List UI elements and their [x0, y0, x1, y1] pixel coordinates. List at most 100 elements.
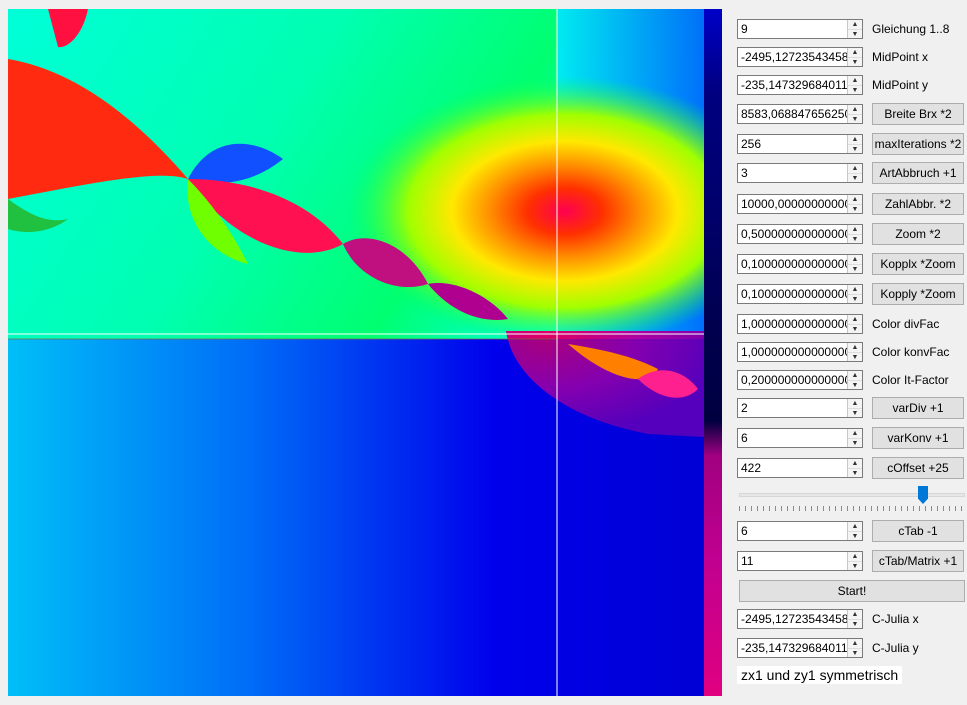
zahlabbr-2-spinbox[interactable]: ▲▼ [737, 194, 863, 214]
color-offset-slider[interactable] [739, 484, 965, 514]
ctab-1-button[interactable]: cTab -1 [872, 520, 964, 542]
c-julia-y-spinbox[interactable]: ▲▼ [737, 638, 863, 658]
spin-down-icon[interactable]: ▼ [848, 532, 862, 541]
spin-down-icon[interactable]: ▼ [848, 86, 862, 95]
midpoint-y-spinbox[interactable]: ▲▼ [737, 75, 863, 95]
color-it-factor-input[interactable] [738, 371, 848, 389]
spin-down-icon[interactable]: ▼ [848, 439, 862, 448]
color-konvfac-input[interactable] [738, 343, 848, 361]
kopplx-zoom-input[interactable] [738, 255, 848, 273]
color-it-factor-spinbox[interactable]: ▲▼ [737, 370, 863, 390]
artabbruch-1-input[interactable] [738, 164, 848, 182]
spin-down-icon[interactable]: ▼ [848, 562, 862, 571]
ctab-1-spinbox[interactable]: ▲▼ [737, 521, 863, 541]
field-row-ctab-matrix-1: ▲▼ cTab/Matrix +1 [737, 550, 965, 573]
spin-down-icon[interactable]: ▼ [848, 649, 862, 658]
kopply-zoom-spinbox[interactable]: ▲▼ [737, 284, 863, 304]
spin-down-icon[interactable]: ▼ [848, 409, 862, 418]
vardiv-1-input[interactable] [738, 399, 848, 417]
spin-up-icon[interactable]: ▲ [848, 135, 862, 145]
ctab-1-input[interactable] [738, 522, 848, 540]
spin-up-icon[interactable]: ▲ [848, 552, 862, 562]
c-julia-x-spinbox[interactable]: ▲▼ [737, 609, 863, 629]
zoom-2-spinbox[interactable]: ▲▼ [737, 224, 863, 244]
artabbruch-1-spinbox[interactable]: ▲▼ [737, 163, 863, 183]
spin-up-icon[interactable]: ▲ [848, 343, 862, 353]
maxiterations-2-spinbox[interactable]: ▲▼ [737, 134, 863, 154]
spin-down-icon[interactable]: ▼ [848, 174, 862, 183]
spin-up-icon[interactable]: ▲ [848, 164, 862, 174]
spin-up-icon[interactable]: ▲ [848, 315, 862, 325]
spin-up-icon[interactable]: ▲ [848, 255, 862, 265]
spin-up-icon[interactable]: ▲ [848, 639, 862, 649]
color-konvfac-spinbox[interactable]: ▲▼ [737, 342, 863, 362]
maxiterations-2-input[interactable] [738, 135, 848, 153]
spin-down-icon[interactable]: ▼ [848, 235, 862, 244]
spin-down-icon[interactable]: ▼ [848, 145, 862, 154]
field-row-color-konvfac: ▲▼ Color konvFac [737, 342, 965, 364]
start-button[interactable]: Start! [739, 580, 965, 602]
spin-up-icon[interactable]: ▲ [848, 371, 862, 381]
midpoint-x-spinbox[interactable]: ▲▼ [737, 47, 863, 67]
color-divfac-spinbox[interactable]: ▲▼ [737, 314, 863, 334]
vardiv-1-button[interactable]: varDiv +1 [872, 397, 964, 419]
coffset-25-input[interactable] [738, 459, 848, 477]
spin-down-icon[interactable]: ▼ [848, 620, 862, 629]
field-row-kopplx-zoom: ▲▼ Kopplx *Zoom [737, 253, 965, 276]
c-julia-y-input[interactable] [738, 639, 848, 657]
gleichung-1-8-spinbox[interactable]: ▲▼ [737, 19, 863, 39]
spin-down-icon[interactable]: ▼ [848, 115, 862, 124]
spin-up-icon[interactable]: ▲ [848, 105, 862, 115]
spin-up-icon[interactable]: ▲ [848, 48, 862, 58]
artabbruch-1-button[interactable]: ArtAbbruch +1 [872, 162, 964, 184]
vardiv-1-spinbox[interactable]: ▲▼ [737, 398, 863, 418]
color-divfac-input[interactable] [738, 315, 848, 333]
kopply-zoom-input[interactable] [738, 285, 848, 303]
spin-up-icon[interactable]: ▲ [848, 76, 862, 86]
spin-down-icon[interactable]: ▼ [848, 30, 862, 39]
spin-up-icon[interactable]: ▲ [848, 399, 862, 409]
spin-down-icon[interactable]: ▼ [848, 469, 862, 478]
slider-thumb[interactable] [918, 486, 928, 504]
ctab-matrix-1-button[interactable]: cTab/Matrix +1 [872, 550, 964, 572]
spin-down-icon[interactable]: ▼ [848, 325, 862, 334]
spin-down-icon[interactable]: ▼ [848, 265, 862, 274]
breite-brx-2-input[interactable] [738, 105, 848, 123]
fractal-canvas[interactable] [8, 9, 704, 696]
kopplx-zoom-button[interactable]: Kopplx *Zoom [872, 253, 964, 275]
zahlabbr-2-input[interactable] [738, 195, 848, 213]
spin-up-icon[interactable]: ▲ [848, 195, 862, 205]
c-julia-x-input[interactable] [738, 610, 848, 628]
varkonv-1-input[interactable] [738, 429, 848, 447]
spin-up-icon[interactable]: ▲ [848, 610, 862, 620]
coffset-25-button[interactable]: cOffset +25 [872, 457, 964, 479]
kopply-zoom-button[interactable]: Kopply *Zoom [872, 283, 964, 305]
spin-up-icon[interactable]: ▲ [848, 459, 862, 469]
spin-down-icon[interactable]: ▼ [848, 353, 862, 362]
zahlabbr-2-button[interactable]: ZahlAbbr. *2 [872, 193, 964, 215]
gleichung-1-8-input[interactable] [738, 20, 848, 38]
coffset-25-spinbox[interactable]: ▲▼ [737, 458, 863, 478]
zoom-2-button[interactable]: Zoom *2 [872, 223, 964, 245]
spin-up-icon[interactable]: ▲ [848, 225, 862, 235]
spin-up-icon[interactable]: ▲ [848, 285, 862, 295]
breite-brx-2-button[interactable]: Breite Brx *2 [872, 103, 964, 125]
ctab-matrix-1-spinbox[interactable]: ▲▼ [737, 551, 863, 571]
varkonv-1-spinbox[interactable]: ▲▼ [737, 428, 863, 448]
spin-down-icon[interactable]: ▼ [848, 381, 862, 390]
spin-up-icon[interactable]: ▲ [848, 20, 862, 30]
ctab-matrix-1-input[interactable] [738, 552, 848, 570]
spin-down-icon[interactable]: ▼ [848, 205, 862, 214]
kopplx-zoom-spinbox[interactable]: ▲▼ [737, 254, 863, 274]
varkonv-1-button[interactable]: varKonv +1 [872, 427, 964, 449]
zoom-2-input[interactable] [738, 225, 848, 243]
breite-brx-2-spinbox[interactable]: ▲▼ [737, 104, 863, 124]
maxiterations-2-button[interactable]: maxIterations *2 [872, 133, 964, 155]
spin-up-icon[interactable]: ▲ [848, 522, 862, 532]
spin-up-icon[interactable]: ▲ [848, 429, 862, 439]
midpoint-y-input[interactable] [738, 76, 848, 94]
gleichung-1-8-label: Gleichung 1..8 [872, 22, 950, 36]
spin-down-icon[interactable]: ▼ [848, 58, 862, 67]
spin-down-icon[interactable]: ▼ [848, 295, 862, 304]
midpoint-x-input[interactable] [738, 48, 848, 66]
